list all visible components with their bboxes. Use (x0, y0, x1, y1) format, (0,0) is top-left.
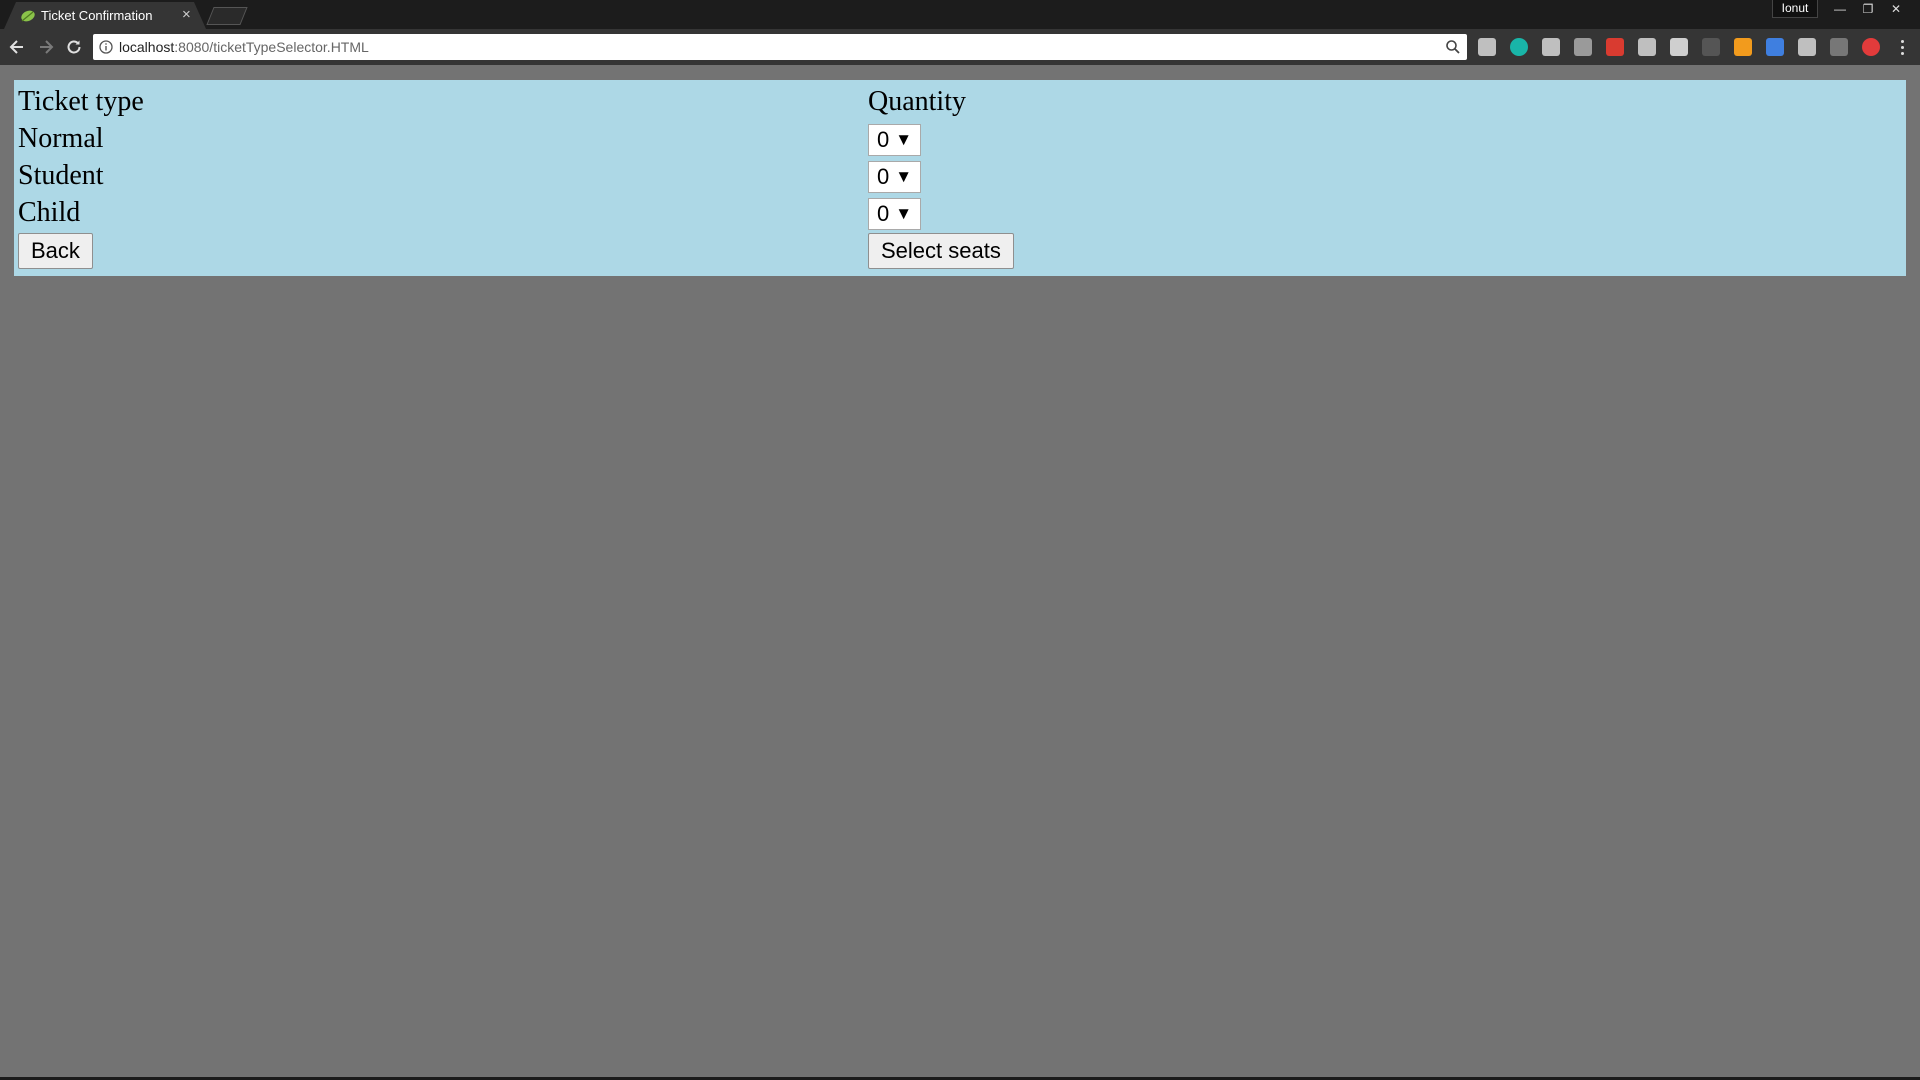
dropdown-arrow-icon: ▼ (895, 166, 913, 186)
page-viewport: Ticket type Quantity Normal 0 ▼ Student 0… (0, 65, 1920, 1077)
back-arrow-icon[interactable] (5, 35, 29, 59)
back-button[interactable]: Back (18, 233, 93, 269)
chrome-menu-icon[interactable] (1896, 38, 1908, 56)
browser-toolbar: localhost:8080/ticketTypeSelector.HTML (0, 29, 1920, 65)
tab-title: Ticket Confirmation (41, 8, 153, 23)
ticket-type-table: Ticket type Quantity Normal 0 ▼ Student 0… (13, 82, 1905, 272)
select-value: 0 (877, 126, 890, 152)
select-seats-button[interactable]: Select seats (868, 233, 1014, 269)
ext-icon[interactable] (1510, 38, 1528, 56)
ticket-type-label: Normal (18, 123, 104, 154)
browser-tab[interactable]: Ticket Confirmation × (4, 2, 206, 29)
quantity-select-child[interactable]: 0 ▼ (868, 197, 921, 230)
ext-icon[interactable] (1574, 38, 1592, 56)
url-text: localhost:8080/ticketTypeSelector.HTML (119, 39, 369, 55)
quantity-select-student[interactable]: 0 ▼ (868, 160, 921, 193)
minimize-icon[interactable]: — (1826, 0, 1854, 18)
window-controls: — ❐ ✕ (1826, 0, 1910, 18)
select-value: 0 (877, 200, 890, 226)
tab-strip: Ticket Confirmation × Ionut — ❐ ✕ (0, 0, 1920, 29)
ext-icon[interactable] (1702, 38, 1720, 56)
select-value: 0 (877, 163, 890, 189)
close-window-icon[interactable]: ✕ (1882, 0, 1910, 18)
forward-arrow-icon[interactable] (34, 35, 58, 59)
reload-icon[interactable] (62, 35, 86, 59)
quantity-select-normal[interactable]: 0 ▼ (868, 123, 921, 156)
restore-icon[interactable]: ❐ (1854, 0, 1882, 18)
ext-icon[interactable] (1798, 38, 1816, 56)
table-header-row: Ticket type Quantity (18, 85, 1900, 119)
ext-icon[interactable] (1478, 38, 1496, 56)
ext-icon[interactable] (1606, 38, 1624, 56)
ext-icon[interactable] (1766, 38, 1784, 56)
extensions-bar (1478, 38, 1880, 56)
table-row-actions: Back Select seats (18, 233, 1900, 269)
url-path: :8080/ticketTypeSelector.HTML (174, 39, 369, 55)
ticket-type-label: Child (18, 197, 81, 228)
ticket-type-panel: Ticket type Quantity Normal 0 ▼ Student 0… (14, 80, 1906, 276)
info-icon[interactable] (99, 40, 113, 54)
ext-icon[interactable] (1734, 38, 1752, 56)
address-bar[interactable]: localhost:8080/ticketTypeSelector.HTML (93, 34, 1467, 60)
ext-icon[interactable] (1542, 38, 1560, 56)
tab-close-icon[interactable]: × (182, 6, 191, 23)
table-row: Student 0 ▼ (18, 159, 1900, 193)
ext-icon[interactable] (1830, 38, 1848, 56)
ticket-type-label: Student (18, 160, 104, 191)
dropdown-arrow-icon: ▼ (895, 203, 913, 223)
ext-icon[interactable] (1862, 38, 1880, 56)
dropdown-arrow-icon: ▼ (895, 129, 913, 149)
table-row: Child 0 ▼ (18, 196, 1900, 230)
zoom-icon[interactable] (1445, 39, 1461, 55)
ext-icon[interactable] (1670, 38, 1688, 56)
new-tab-button[interactable] (206, 7, 248, 25)
header-quantity: Quantity (868, 86, 966, 117)
table-row: Normal 0 ▼ (18, 122, 1900, 156)
leaf-icon (21, 10, 35, 22)
url-host: localhost (119, 39, 175, 55)
header-ticket-type: Ticket type (18, 86, 144, 117)
ext-icon[interactable] (1638, 38, 1656, 56)
profile-button[interactable]: Ionut (1772, 0, 1818, 18)
